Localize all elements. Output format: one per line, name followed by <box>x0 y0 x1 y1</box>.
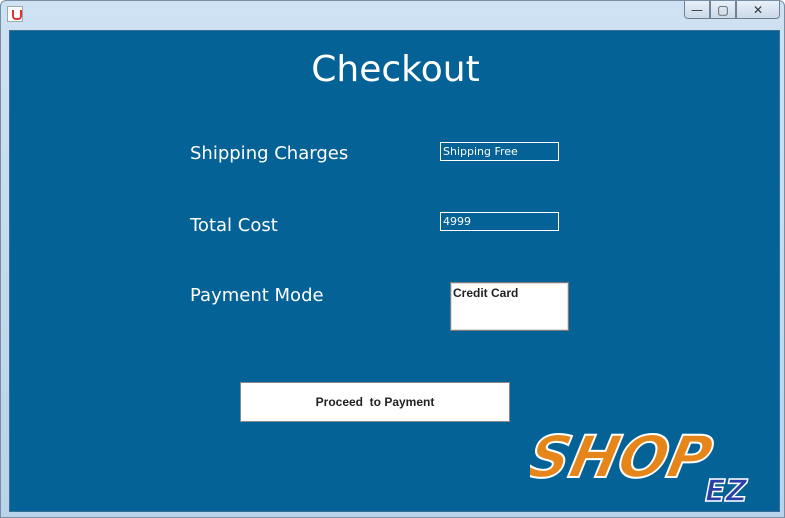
payment-option-credit-card[interactable]: Credit Card <box>453 286 518 300</box>
maximize-button[interactable]: ▢ <box>710 1 736 19</box>
total-cost-field[interactable] <box>440 212 559 231</box>
title-bar[interactable]: — ▢ ✕ <box>1 1 785 29</box>
shipping-charges-field[interactable] <box>440 142 559 161</box>
logo-shop-text: SHOP <box>530 424 718 491</box>
window-controls: — ▢ ✕ <box>684 1 780 21</box>
payment-mode-list[interactable]: Credit Card <box>450 282 569 331</box>
payment-mode-label: Payment Mode <box>190 285 324 306</box>
page-title: Checkout <box>311 49 480 90</box>
app-window: — ▢ ✕ Checkout Shipping Charges Total Co… <box>0 0 785 518</box>
logo-ez-text: EZ <box>705 474 748 507</box>
proceed-to-payment-button[interactable]: Proceed to Payment <box>240 382 510 422</box>
checkout-panel: Checkout Shipping Charges Total Cost Pay… <box>9 30 780 512</box>
minimize-button[interactable]: — <box>684 1 710 19</box>
close-button[interactable]: ✕ <box>736 1 780 19</box>
shop-ez-logo: SHOP EZ <box>530 423 749 507</box>
shipping-charges-label: Shipping Charges <box>190 143 349 164</box>
java-app-icon <box>7 6 23 22</box>
total-cost-label: Total Cost <box>190 215 278 236</box>
